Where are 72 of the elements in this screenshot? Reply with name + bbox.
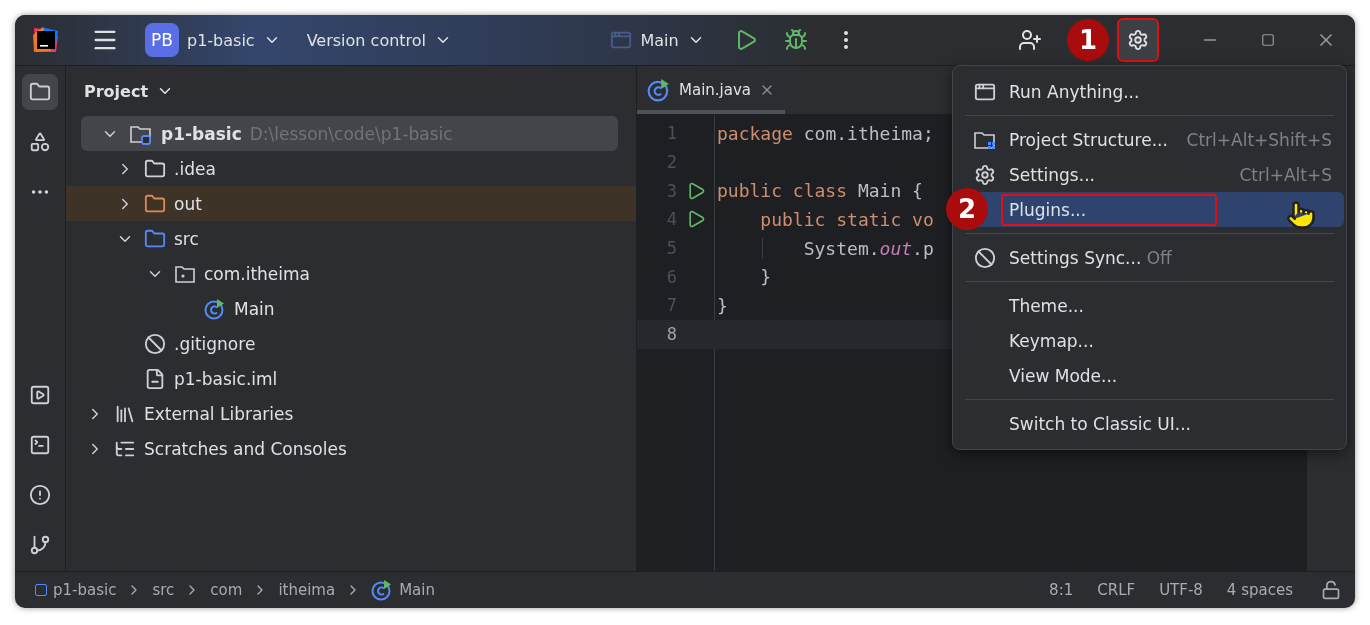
menu-item[interactable]: Switch to Classic UI...	[965, 406, 1344, 441]
menu-item[interactable]: View Mode...	[965, 358, 1344, 393]
code-line: public class Main {	[716, 180, 923, 202]
step-marker: 2	[946, 188, 988, 230]
settings-icon	[974, 163, 996, 186]
tree-row[interactable]: src	[66, 221, 636, 256]
unlock-icon[interactable]	[1321, 580, 1341, 600]
tree-row[interactable]: com.itheima	[66, 256, 636, 291]
tree-label: .gitignore	[174, 333, 256, 354]
tree-row[interactable]: External Libraries	[66, 396, 636, 431]
line-number: 8	[665, 324, 677, 345]
app-logo	[31, 25, 61, 55]
no-entry-icon	[974, 246, 996, 269]
project-panel-title[interactable]: Project	[66, 66, 181, 116]
hand-cursor-icon	[1286, 200, 1316, 230]
project-name: p1-basic	[187, 30, 255, 50]
menu-item[interactable]: Settings Sync... Off	[965, 240, 1344, 275]
folder-icon	[144, 192, 166, 215]
breadcrumb[interactable]: Main	[399, 581, 435, 599]
breadcrumb[interactable]: src	[152, 581, 175, 599]
tree-row[interactable]: p1-basic.iml	[66, 361, 636, 396]
vcs-dropdown[interactable]: Version control	[300, 21, 459, 59]
shortcut: Ctrl+Alt+S	[1239, 164, 1332, 185]
status-widget[interactable]: CRLF	[1085, 581, 1148, 599]
breadcrumb[interactable]: itheima	[278, 581, 336, 599]
class-icon	[647, 78, 671, 102]
code-line: public static vo	[759, 208, 934, 230]
vcs-label: Version control	[306, 30, 427, 50]
status-widget[interactable]: 4 spaces	[1214, 581, 1305, 599]
folder-icon[interactable]	[22, 74, 58, 110]
status-widget[interactable]: 8:1	[1037, 581, 1086, 599]
tree-label: Main	[234, 298, 275, 319]
folder-icon	[144, 227, 166, 250]
tree-row[interactable]: Main	[66, 291, 636, 326]
tree-row[interactable]: Scratches and Consoles	[66, 431, 636, 466]
menu-item[interactable]: Project Structure... Ctrl+Alt+Shift+S	[965, 122, 1344, 157]
tree-label: External Libraries	[144, 403, 294, 424]
excluded-tree-row[interactable]: out	[66, 186, 636, 221]
code-line: package com.itheima;	[716, 122, 934, 144]
run-config-dropdown[interactable]: Main	[604, 21, 711, 59]
code-line: }	[716, 294, 728, 316]
tree-row[interactable]: .gitignore	[66, 326, 636, 361]
tree-label: p1-basic	[161, 123, 242, 144]
step-marker: 1	[1067, 19, 1109, 61]
file-icon	[144, 367, 166, 390]
tree-row[interactable]: .idea	[66, 151, 636, 186]
menu-item[interactable]: Theme...	[965, 288, 1344, 323]
tree-label: .idea	[174, 158, 216, 179]
tree-label: com.itheima	[204, 263, 311, 284]
project-badge: PB	[145, 23, 179, 57]
tree-label: p1-basic.iml	[174, 368, 278, 389]
class-icon	[204, 297, 226, 320]
no-entry-icon	[144, 332, 166, 355]
tree-label: Scratches and Consoles	[144, 438, 347, 459]
settings-icon[interactable]	[1117, 18, 1159, 62]
class-icon	[371, 579, 394, 601]
tree-label: src	[174, 228, 199, 249]
menu-item[interactable]: Keymap...	[965, 323, 1344, 358]
breadcrumb[interactable]: p1-basic	[53, 581, 117, 599]
code-line: }	[759, 266, 772, 288]
tree-label: out	[174, 193, 202, 214]
window-icon	[610, 29, 633, 51]
folder-icon	[144, 157, 166, 180]
status-widget[interactable]: UTF-8	[1147, 581, 1215, 599]
run-config-label: Main	[640, 30, 679, 50]
shortcut: Ctrl+Alt+Shift+S	[1186, 129, 1332, 150]
editor-tab[interactable]: Main.java	[637, 66, 785, 114]
project-switcher[interactable]: PB p1-basic	[139, 21, 287, 59]
menu-item[interactable]: Run Anything...	[965, 74, 1344, 109]
module-icon	[35, 584, 47, 596]
panel-title: Project	[84, 81, 149, 101]
breadcrumb[interactable]: com	[210, 581, 243, 599]
